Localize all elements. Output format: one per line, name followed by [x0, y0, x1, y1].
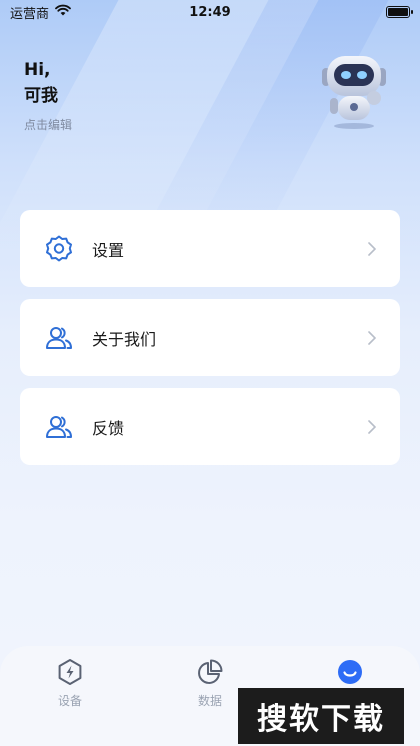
device-bolt-icon — [56, 658, 84, 686]
chevron-right-icon — [366, 419, 378, 435]
edit-hint[interactable]: 点击编辑 — [24, 116, 72, 133]
pie-chart-icon — [196, 658, 224, 686]
users-icon — [44, 412, 74, 442]
tab-label: 数据 — [197, 694, 222, 708]
settings-icon — [44, 234, 74, 264]
username-text: 可我 — [24, 86, 58, 106]
menu-item-label: 反馈 — [92, 418, 125, 438]
tab-label: 设备 — [57, 694, 82, 708]
chevron-right-icon — [366, 241, 378, 257]
robot-avatar[interactable] — [318, 50, 390, 130]
users-icon — [44, 323, 74, 353]
profile-header[interactable]: Hi, 可我 点击编辑 — [24, 58, 72, 133]
watermark-logo: 搜软下载 — [238, 688, 404, 744]
menu-item-settings[interactable]: 设置 — [20, 210, 400, 287]
menu-item-label: 设置 — [92, 240, 125, 260]
smile-icon — [336, 658, 364, 686]
status-bar: 运营商 12:49 — [0, 0, 420, 24]
menu-item-label: 关于我们 — [92, 329, 157, 349]
greeting-text: Hi, — [24, 60, 51, 80]
battery-icon — [386, 6, 413, 18]
carrier-label: 运营商 — [10, 6, 50, 22]
wifi-icon — [55, 4, 71, 20]
menu-item-about[interactable]: 关于我们 — [20, 299, 400, 376]
menu-item-feedback[interactable]: 反馈 — [20, 388, 400, 465]
tab-device[interactable]: 设备 — [25, 658, 115, 746]
chevron-right-icon — [366, 330, 378, 346]
status-left: 运营商 — [10, 3, 71, 22]
menu-list: 设置 关于我们 反馈 — [20, 210, 400, 477]
